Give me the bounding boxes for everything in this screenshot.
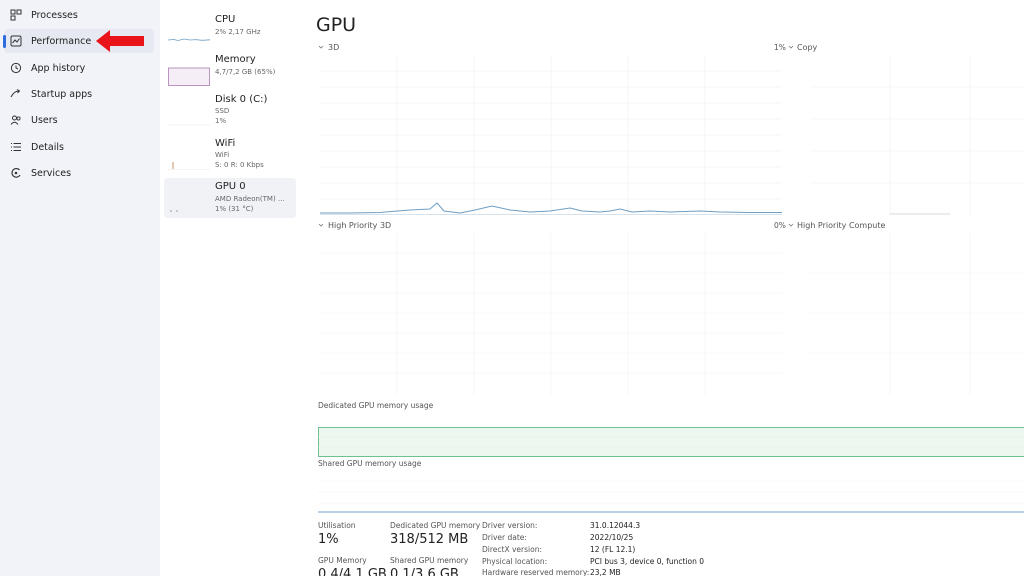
- processes-icon: [10, 9, 22, 21]
- shared-memory-graph: [318, 480, 1024, 513]
- dedicated-memory-stat-value: 318/512 MB: [390, 532, 469, 547]
- nav-item-label: Performance: [31, 35, 92, 47]
- device-detail: AMD Radeon(TM) ...: [215, 195, 285, 203]
- property-value: PCI bus 3, device 0, function 0: [590, 557, 705, 566]
- nav-item-services[interactable]: Services: [4, 161, 154, 185]
- nav-item-app-history[interactable]: App history: [4, 56, 154, 80]
- device-name: Memory: [215, 54, 256, 65]
- chevron-down-icon[interactable]: [788, 222, 794, 228]
- nav-item-processes[interactable]: Processes: [4, 3, 154, 27]
- gpu-thumbnail-graph: [170, 210, 178, 212]
- device-list: CPU 2% 2,17 GHz Memory 4,7/7,2 GB (65%) …: [160, 0, 298, 576]
- cpu-thumbnail-graph: [168, 38, 210, 41]
- property-key: Hardware reserved memory:: [482, 568, 590, 576]
- shared-memory-stat-value: 0,1/3,6 GB: [390, 567, 459, 576]
- dedicated-memory-graph: [318, 427, 1024, 457]
- property-value: 23,2 MB: [590, 568, 621, 576]
- property-key: DirectX version:: [482, 545, 542, 554]
- graph-label-high-priority-compute: High Priority Compute: [797, 221, 886, 230]
- page-title: GPU: [316, 14, 357, 36]
- property-key: Driver date:: [482, 533, 527, 542]
- nav-item-users[interactable]: Users: [4, 108, 154, 132]
- shared-memory-label: Shared GPU memory usage: [318, 459, 422, 468]
- disk-thumbnail-graph: [168, 124, 210, 126]
- property-value: 12 (FL 12.1): [590, 545, 636, 554]
- chevron-down-icon[interactable]: [318, 44, 324, 50]
- device-detail: WiFi: [215, 151, 230, 159]
- startup-icon: [10, 89, 21, 98]
- wifi-thumbnail-graph: [168, 162, 210, 170]
- shared-memory-stat-label: Shared GPU memory: [390, 556, 469, 565]
- gpu-memory-label: GPU Memory: [318, 556, 367, 565]
- device-item-memory[interactable]: Memory 4,7/7,2 GB (65%): [164, 52, 296, 92]
- graph-percent-3d: 1%: [774, 43, 786, 52]
- graph-percent-high-priority-3d: 0%: [774, 221, 786, 230]
- performance-icon: [10, 35, 22, 47]
- dedicated-memory-label: Dedicated GPU memory usage: [318, 401, 434, 410]
- graph-label-high-priority-3d: High Priority 3D: [328, 221, 392, 230]
- nav-item-details[interactable]: Details: [4, 135, 154, 159]
- graph-high-priority-compute: [810, 233, 1024, 395]
- device-name: GPU 0: [215, 181, 246, 192]
- chevron-down-icon[interactable]: [318, 222, 324, 228]
- device-detail: 2% 2,17 GHz: [215, 28, 261, 36]
- property-key: Physical location:: [482, 557, 548, 566]
- dedicated-memory-stat-label: Dedicated GPU memory: [390, 521, 481, 530]
- device-detail: 4,7/7,2 GB (65%): [215, 68, 276, 76]
- nav-item-label: Users: [31, 114, 58, 126]
- nav-item-label: Services: [31, 167, 72, 179]
- nav-item-label: App history: [31, 62, 86, 74]
- device-detail: 1% (31 °C): [215, 205, 254, 213]
- device-item-cpu[interactable]: CPU 2% 2,17 GHz: [164, 12, 296, 52]
- device-name: Disk 0 (C:): [215, 94, 268, 105]
- details-icon: [11, 143, 21, 151]
- device-name: WiFi: [215, 138, 236, 149]
- nav-item-label: Processes: [31, 9, 78, 21]
- utilisation-label: Utilisation: [318, 521, 356, 530]
- nav-item-label: Startup apps: [31, 88, 93, 100]
- graph-3d: [320, 55, 782, 215]
- device-item-gpu[interactable]: GPU 0 AMD Radeon(TM) ... 1% (31 °C): [164, 178, 296, 218]
- memory-thumbnail-graph: [168, 67, 210, 86]
- device-detail: 1%: [215, 117, 227, 125]
- history-icon: [10, 62, 22, 74]
- device-name: CPU: [215, 14, 236, 25]
- property-key: Driver version:: [482, 521, 538, 530]
- property-value: 31.0.12044.3: [590, 521, 641, 530]
- device-item-wifi[interactable]: WiFi WiFi S: 0 R: 0 Kbps: [164, 136, 296, 176]
- chevron-down-icon[interactable]: [788, 44, 794, 50]
- property-value: 2022/10/25: [590, 533, 634, 542]
- services-icon: [11, 168, 21, 178]
- graph-label-copy: Copy: [797, 43, 818, 52]
- users-icon: [10, 115, 21, 125]
- annotation-arrow-icon: [96, 30, 144, 52]
- nav-item-label: Details: [31, 141, 64, 153]
- gpu-memory-value: 0,4/4,1 GB: [318, 567, 387, 576]
- gpu-performance-panel: GPU 3D 1% Copy High Priority 3D 0% High …: [298, 0, 1024, 576]
- graph-high-priority-3d: [320, 233, 782, 395]
- left-navigation: Processes Performance App history Startu…: [0, 0, 160, 576]
- nav-item-startup-apps[interactable]: Startup apps: [4, 82, 154, 106]
- graph-label-3d: 3D: [328, 43, 340, 52]
- device-item-disk[interactable]: Disk 0 (C:) SSD 1%: [164, 92, 296, 132]
- graph-copy: [810, 55, 1024, 215]
- device-detail: S: 0 R: 0 Kbps: [215, 161, 264, 169]
- utilisation-value: 1%: [318, 532, 339, 547]
- device-detail: SSD: [215, 107, 230, 115]
